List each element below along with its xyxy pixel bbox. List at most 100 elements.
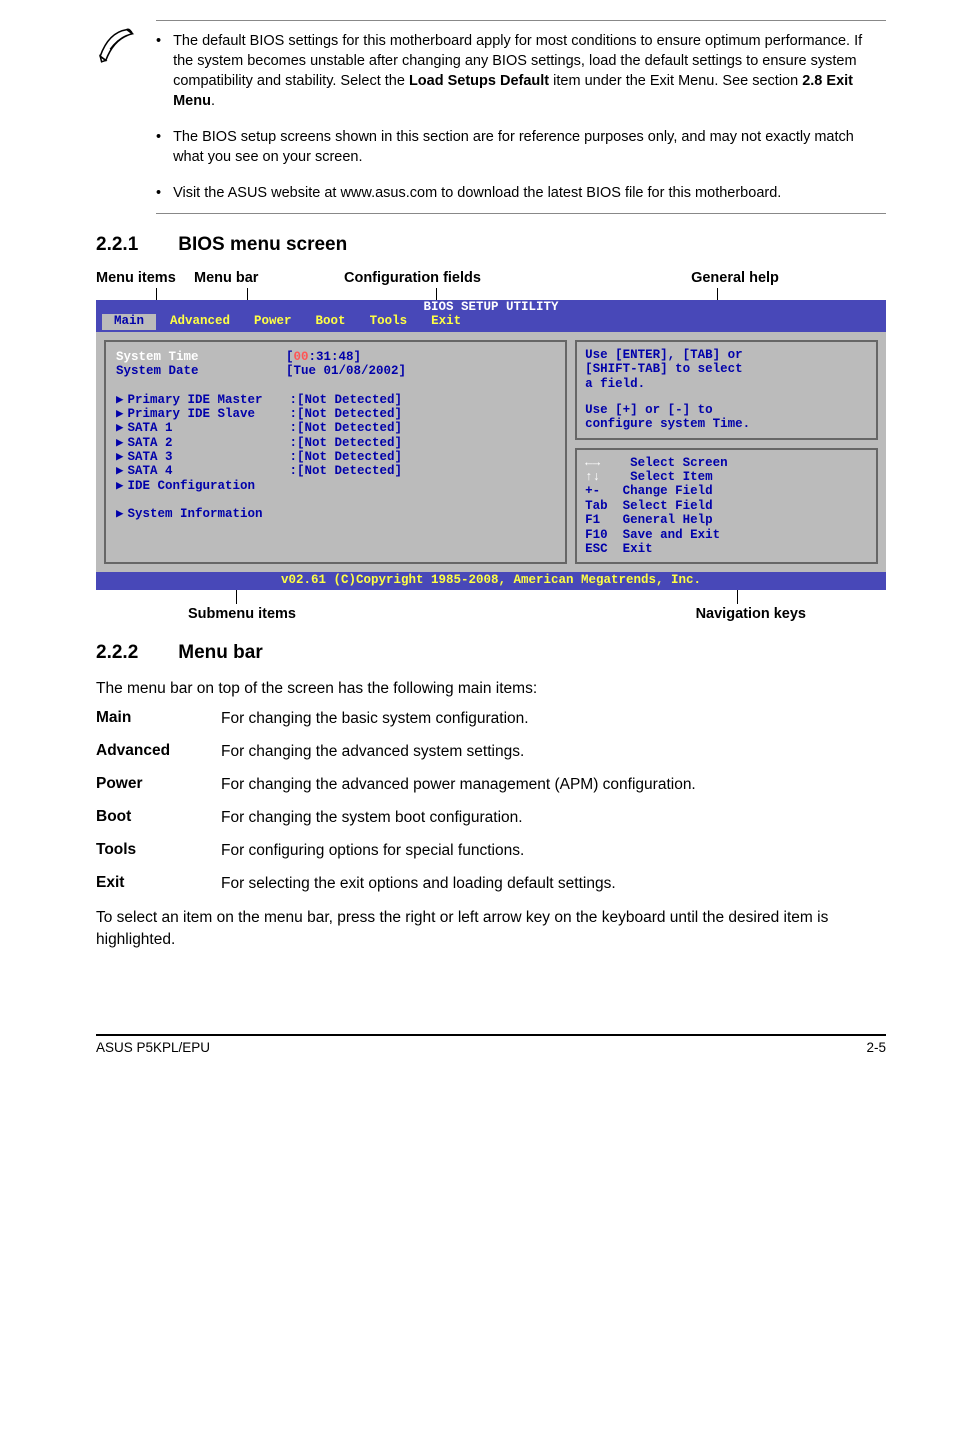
nav-text: Select Item [600,470,713,484]
label-submenu-items: Submenu items [188,606,296,622]
intro-text: The menu bar on top of the screen has th… [96,678,886,700]
field-value: :[Not Detected] [290,393,403,407]
note-block: • The default BIOS settings for this mot… [96,20,886,214]
page-footer: ASUS P5KPL/EPU 2-5 [96,1034,886,1055]
field-value: :[Not Detected] [290,421,403,435]
triangle-right-icon: ▶ [116,464,124,478]
row-sata-3[interactable]: ▶SATA 3:[Not Detected] [116,450,555,464]
field-label: SATA 1 [128,421,290,435]
help-line: Use [ENTER], [TAB] or [585,348,868,362]
nav-text: Select Screen [600,456,728,470]
field-value: [Tue 01/08/2002] [286,364,406,378]
field-label: Primary IDE Slave [128,407,290,421]
label-menu-bar: Menu bar [194,270,344,286]
note-text: item under the Exit Menu. See section [549,73,802,89]
label-general-help: General help [584,270,886,286]
def-row-exit: ExitFor selecting the exit options and l… [96,874,886,895]
note-item-1: • The default BIOS settings for this mot… [156,31,886,111]
tab-advanced[interactable]: Advanced [158,314,242,329]
nav-text: F10 Save and Exit [585,528,720,542]
tab-exit[interactable]: Exit [419,314,473,329]
row-ide-config[interactable]: ▶ IDE Configuration [116,479,555,493]
row-primary-ide-master[interactable]: ▶ Primary IDE Master:[Not Detected] [116,393,555,407]
bullet-icon: • [156,127,161,167]
triangle-right-icon: ▶ [116,507,124,521]
arrows-ud-icon: ↑↓ [585,470,600,484]
bullet-icon: • [156,183,161,203]
field-label: Primary IDE Master [128,393,290,407]
val-prefix: [ [286,350,294,364]
row-sata-4[interactable]: ▶ SATA 4:[Not Detected] [116,464,555,478]
tab-main[interactable]: Main [102,314,156,329]
val-highlight[interactable]: 00 [294,350,309,364]
tab-boot[interactable]: Boot [304,314,358,329]
def-row-boot: BootFor changing the system boot configu… [96,808,886,829]
triangle-right-icon: ▶ [116,436,124,450]
note-item-2: • The BIOS setup screens shown in this s… [156,127,886,167]
row-primary-ide-slave[interactable]: ▶ Primary IDE Slave:[Not Detected] [116,407,555,421]
section-title: BIOS menu screen [178,234,347,256]
bios-header: BIOS SETUP UTILITY [96,300,886,314]
bios-footer: v02.61 (C)Copyright 1985-2008, American … [96,572,886,589]
field-value: :[Not Detected] [290,436,403,450]
note-text: . [211,93,215,109]
triangle-right-icon: ▶ [116,421,124,435]
def-desc: For changing the basic system configurat… [221,709,886,730]
def-desc: For selecting the exit options and loadi… [221,874,886,895]
help-line: [SHIFT-TAB] to select [585,362,868,376]
field-label: IDE Configuration [128,479,256,493]
tab-tools[interactable]: Tools [358,314,420,329]
row-system-info[interactable]: ▶ System Information [116,507,555,521]
def-desc: For configuring options for special func… [221,841,886,862]
row-system-date[interactable]: System Date[Tue 01/08/2002] [116,364,555,378]
triangle-right-icon: ▶ [116,450,124,464]
bios-menu-bar[interactable]: Main Advanced Power Boot Tools Exit [96,314,886,331]
def-row-power: PowerFor changing the advanced power man… [96,775,886,796]
bios-diagram: Menu items Menu bar Configuration fields… [96,270,886,622]
help-line: a field. [585,377,868,391]
tab-power[interactable]: Power [242,314,304,329]
row-sata-1[interactable]: ▶ SATA 1:[Not Detected] [116,421,555,435]
field-value: :[Not Detected] [290,464,403,478]
nav-text: ESC Exit [585,542,653,556]
field-label: SATA 2 [128,436,290,450]
pencil-note-icon [96,24,138,66]
section-heading-221: 2.2.1 BIOS menu screen [96,234,886,256]
def-row-tools: ToolsFor configuring options for special… [96,841,886,862]
nav-text: F1 General Help [585,513,713,527]
val-suffix: :31:48] [309,350,362,364]
def-term: Exit [96,874,221,895]
field-label: SATA 3 [128,450,290,464]
def-desc: For changing the advanced power manageme… [221,775,886,796]
footer-left: ASUS P5KPL/EPU [96,1040,210,1055]
triangle-right-icon: ▶ [116,393,124,407]
nav-text: Tab Select Field [585,499,713,513]
section-number: 2.2.1 [96,234,138,256]
bios-main-panel: System Time[00:31:48] System Date[Tue 01… [104,340,567,565]
triangle-right-icon: ▶ [116,479,124,493]
def-term: Boot [96,808,221,829]
help-line: configure system Time. [585,417,868,431]
triangle-right-icon: ▶ [116,407,124,421]
label-navigation-keys: Navigation keys [696,606,806,622]
field-label: System Time [116,350,286,364]
arrows-lr-icon: ←→ [585,456,600,470]
bios-nav-panel: ←→ Select Screen ↑↓ Select Item +- Chang… [575,448,878,565]
field-label: System Information [128,507,263,521]
def-row-main: MainFor changing the basic system config… [96,709,886,730]
bios-screen: BIOS SETUP UTILITY Main Advanced Power B… [96,300,886,590]
row-system-time[interactable]: System Time[00:31:48] [116,350,555,364]
label-menu-items: Menu items [96,270,194,286]
field-label: SATA 4 [128,464,290,478]
note-text: Visit the ASUS website at www.asus.com t… [173,183,781,203]
def-desc: For changing the system boot configurati… [221,808,886,829]
note-bold: Load Setups Default [409,73,549,89]
field-value: :[Not Detected] [290,407,403,421]
bullet-icon: • [156,31,161,111]
def-row-advanced: AdvancedFor changing the advanced system… [96,742,886,763]
label-config-fields: Configuration fields [344,270,584,286]
section-number: 2.2.2 [96,642,138,664]
note-item-3: • Visit the ASUS website at www.asus.com… [156,183,886,203]
row-sata-2[interactable]: ▶ SATA 2:[Not Detected] [116,436,555,450]
section-title: Menu bar [178,642,262,664]
